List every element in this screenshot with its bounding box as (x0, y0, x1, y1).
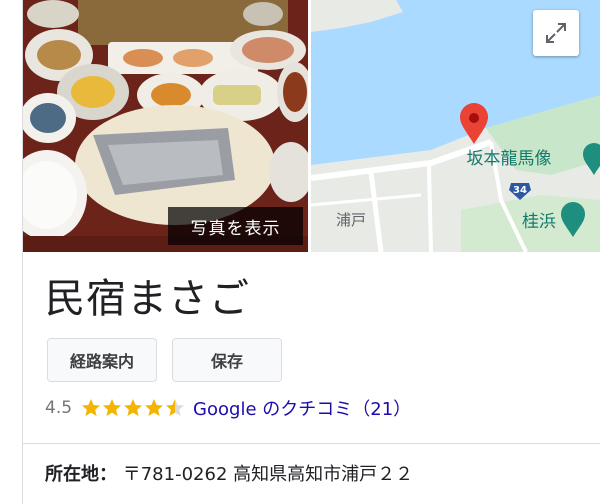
rating-score: 4.5 (45, 398, 73, 418)
place-title: 民宿まさご (45, 276, 250, 322)
expand-icon (546, 23, 566, 43)
landmark-label: 坂本龍馬像 (467, 149, 552, 169)
media-strip: 写真を表示 34 坂本龍馬像 浦戸 桂浜 (23, 0, 600, 252)
reviews-link[interactable]: Google のクチコミ（21） (193, 395, 411, 421)
save-button[interactable]: 保存 (172, 338, 282, 382)
show-photos-button[interactable]: 写真を表示 (168, 207, 303, 245)
directions-button[interactable]: 経路案内 (47, 338, 157, 382)
knowledge-panel: 写真を表示 34 坂本龍馬像 浦戸 桂浜 民宿まさご 経路案内 保存 4.5 G… (22, 0, 600, 504)
address-label: 所在地： (45, 464, 117, 485)
beach-label: 桂浜 (522, 212, 556, 232)
address-value: 〒781-0262 高知県高知市浦戸２２ (122, 464, 414, 485)
area-label: 浦戸 (336, 211, 366, 229)
star-icons (82, 399, 185, 416)
map-preview[interactable]: 34 坂本龍馬像 浦戸 桂浜 (311, 0, 600, 252)
expand-map-button[interactable] (533, 10, 579, 56)
address-row: 所在地： 〒781-0262 高知県高知市浦戸２２ (45, 460, 413, 486)
place-photo[interactable]: 写真を表示 (23, 0, 308, 252)
section-divider (23, 443, 600, 444)
star-rating (81, 398, 185, 418)
route-number-label: 34 (513, 185, 527, 196)
rating-row: 4.5 Google のクチコミ（21） (45, 396, 411, 420)
